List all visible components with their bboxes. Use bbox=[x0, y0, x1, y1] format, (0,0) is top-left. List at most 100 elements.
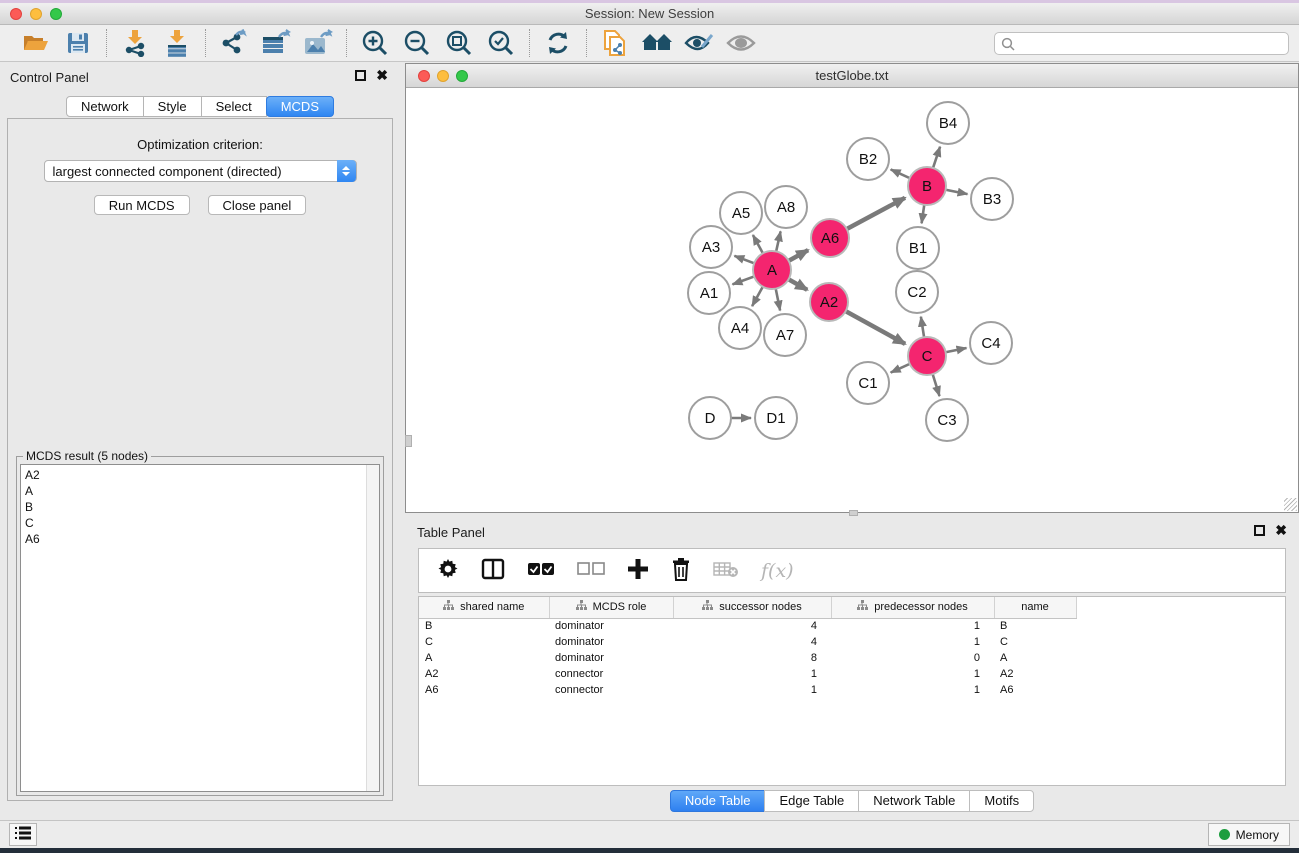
export-network-button[interactable] bbox=[218, 28, 250, 58]
graph-node-A8[interactable]: A8 bbox=[765, 186, 807, 228]
save-session-button[interactable] bbox=[62, 28, 94, 58]
table-cell: A2 bbox=[419, 666, 549, 682]
mcds-result-item[interactable]: B bbox=[25, 499, 375, 515]
table-row[interactable]: Adominator80A bbox=[419, 650, 1285, 666]
table-row[interactable]: Cdominator41C bbox=[419, 634, 1285, 650]
clone-network-button[interactable] bbox=[599, 28, 631, 58]
desktop-background bbox=[0, 848, 1299, 853]
table-cell bbox=[1076, 666, 1285, 682]
show-column-button[interactable] bbox=[481, 558, 505, 583]
graph-node-A6[interactable]: A6 bbox=[811, 219, 849, 257]
zoom-out-button[interactable] bbox=[401, 28, 433, 58]
refresh-layout-button[interactable] bbox=[542, 28, 574, 58]
tab-motifs[interactable]: Motifs bbox=[969, 790, 1034, 812]
graph-node-D1[interactable]: D1 bbox=[755, 397, 797, 439]
search-input[interactable] bbox=[1020, 37, 1282, 51]
svg-text:C: C bbox=[922, 348, 933, 365]
delete-table-icon bbox=[713, 560, 739, 581]
column-header-name[interactable]: name bbox=[994, 597, 1076, 618]
graph-node-A5[interactable]: A5 bbox=[720, 192, 762, 234]
graph-node-A4[interactable]: A4 bbox=[719, 307, 761, 349]
float-panel-icon[interactable] bbox=[1254, 525, 1265, 536]
tab-style[interactable]: Style bbox=[143, 96, 202, 117]
import-table-button[interactable] bbox=[161, 28, 193, 58]
table-row[interactable]: A2connector11A2 bbox=[419, 666, 1285, 682]
canvas-scroll-mark bbox=[405, 435, 412, 447]
delete-table-button[interactable] bbox=[713, 560, 739, 581]
import-network-button[interactable] bbox=[119, 28, 151, 58]
node-table-container: shared nameMCDS rolesuccessor nodesprede… bbox=[418, 596, 1286, 786]
mcds-result-item[interactable]: A2 bbox=[25, 467, 375, 483]
zoom-fit-button[interactable] bbox=[443, 28, 475, 58]
run-mcds-button[interactable]: Run MCDS bbox=[94, 195, 190, 215]
table-cell: 1 bbox=[831, 666, 994, 682]
tab-node-table[interactable]: Node Table bbox=[670, 790, 766, 812]
graph-node-B4[interactable]: B4 bbox=[927, 102, 969, 144]
search-field[interactable] bbox=[994, 32, 1289, 55]
graph-node-C[interactable]: C bbox=[908, 337, 946, 375]
graph-node-C3[interactable]: C3 bbox=[926, 399, 968, 441]
network-canvas[interactable]: B4 B2 B B3 A8A5 A6 A3 B1 A C2 A1 A2 A4A7 C4 C C1 D D1 C3 bbox=[406, 89, 1298, 512]
svg-text:A2: A2 bbox=[820, 294, 838, 311]
svg-text:B2: B2 bbox=[859, 151, 877, 168]
mcds-result-list[interactable]: A2ABCA6 bbox=[20, 464, 380, 792]
column-header-successor-nodes[interactable]: successor nodes bbox=[673, 597, 831, 618]
tab-select[interactable]: Select bbox=[201, 96, 267, 117]
mcds-result-item[interactable]: A bbox=[25, 483, 375, 499]
mcds-result-items: A2ABCA6 bbox=[21, 465, 379, 549]
select-all-columns-button[interactable] bbox=[527, 562, 555, 579]
toolbar-group-session bbox=[8, 28, 106, 58]
graph-node-A1[interactable]: A1 bbox=[688, 272, 730, 314]
function-builder-button[interactable]: f(x) bbox=[761, 560, 794, 582]
zoom-in-button[interactable] bbox=[359, 28, 391, 58]
close-panel-icon[interactable]: ✖ bbox=[1275, 525, 1287, 536]
add-column-button[interactable] bbox=[627, 558, 649, 583]
table-row[interactable]: Bdominator41B bbox=[419, 618, 1285, 634]
memory-button[interactable]: Memory bbox=[1208, 823, 1290, 846]
mcds-result-item[interactable]: C bbox=[25, 515, 375, 531]
show-graphics-details-button[interactable] bbox=[725, 28, 757, 58]
table-cell bbox=[1076, 682, 1285, 698]
graph-node-C4[interactable]: C4 bbox=[970, 322, 1012, 364]
column-header-shared-name[interactable]: shared name bbox=[419, 597, 549, 618]
close-panel-button[interactable]: Close panel bbox=[208, 195, 307, 215]
hide-selected-button[interactable] bbox=[683, 28, 715, 58]
graph-node-B2[interactable]: B2 bbox=[847, 138, 889, 180]
delete-column-button[interactable] bbox=[671, 557, 691, 584]
table-cell: dominator bbox=[549, 650, 673, 666]
first-neighbors-button[interactable] bbox=[641, 28, 673, 58]
graph-node-C2[interactable]: C2 bbox=[896, 271, 938, 313]
open-session-button[interactable] bbox=[20, 28, 52, 58]
table-options-button[interactable] bbox=[437, 558, 459, 583]
tab-edge-table[interactable]: Edge Table bbox=[764, 790, 859, 812]
result-scrollbar[interactable] bbox=[366, 465, 379, 791]
graph-node-D[interactable]: D bbox=[689, 397, 731, 439]
zoom-selected-icon bbox=[487, 29, 515, 57]
svg-text:C1: C1 bbox=[858, 375, 877, 392]
tab-mcds[interactable]: MCDS bbox=[266, 96, 334, 117]
column-header-predecessor-nodes[interactable]: predecessor nodes bbox=[831, 597, 994, 618]
table-row[interactable]: A6connector11A6 bbox=[419, 682, 1285, 698]
tab-network-table[interactable]: Network Table bbox=[858, 790, 970, 812]
column-header-MCDS-role[interactable]: MCDS role bbox=[549, 597, 673, 618]
export-table-button[interactable] bbox=[260, 28, 292, 58]
graph-node-B3[interactable]: B3 bbox=[971, 178, 1013, 220]
graph-node-A[interactable]: A bbox=[753, 251, 791, 289]
graph-node-A7[interactable]: A7 bbox=[764, 314, 806, 356]
mcds-result-item[interactable]: A6 bbox=[25, 531, 375, 547]
graph-node-B[interactable]: B bbox=[908, 167, 946, 205]
task-history-button[interactable] bbox=[9, 823, 37, 846]
tab-network[interactable]: Network bbox=[66, 96, 144, 117]
optimization-criterion-dropdown[interactable]: largest connected component (directed) bbox=[44, 160, 357, 182]
deselect-all-columns-button[interactable] bbox=[577, 562, 605, 579]
graph-node-A2[interactable]: A2 bbox=[810, 283, 848, 321]
graph-node-B1[interactable]: B1 bbox=[897, 227, 939, 269]
close-panel-icon[interactable]: ✖ bbox=[376, 70, 388, 81]
graph-node-A3[interactable]: A3 bbox=[690, 226, 732, 268]
zoom-selected-button[interactable] bbox=[485, 28, 517, 58]
toolbar-group-refresh bbox=[530, 28, 586, 58]
graph-node-C1[interactable]: C1 bbox=[847, 362, 889, 404]
window-resize-grip[interactable] bbox=[1284, 498, 1297, 511]
float-panel-icon[interactable] bbox=[355, 70, 366, 81]
export-image-button[interactable] bbox=[302, 28, 334, 58]
